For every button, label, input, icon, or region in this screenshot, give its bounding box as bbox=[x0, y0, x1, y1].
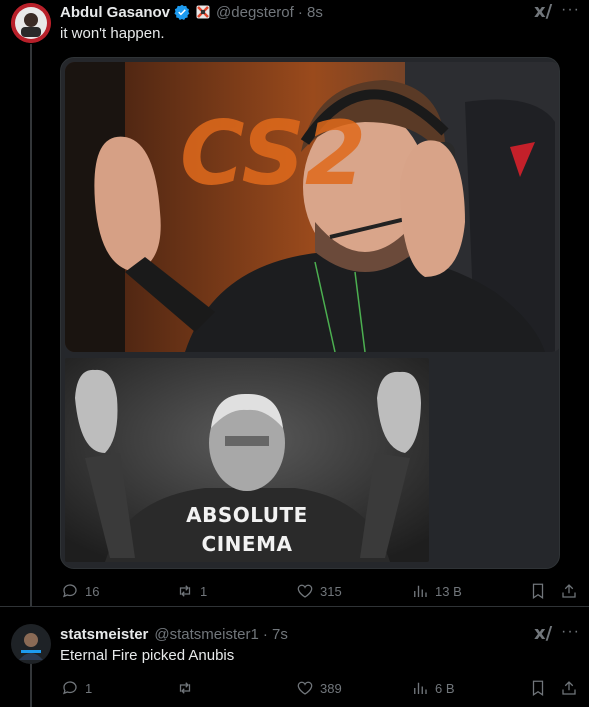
repost-count: 1 bbox=[200, 583, 208, 599]
bookmark-icon bbox=[532, 583, 544, 599]
tweet-media[interactable]: CS2 ABSOLUTE CINEMA bbox=[60, 57, 560, 569]
reply-button[interactable]: 16 bbox=[61, 582, 99, 600]
bookmark-icon bbox=[532, 680, 544, 696]
timestamp[interactable]: · 8s bbox=[298, 4, 323, 21]
tweet-divider bbox=[0, 606, 589, 607]
tweet-text: Eternal Fire picked Anubis bbox=[60, 647, 235, 664]
more-icon[interactable]: ··· bbox=[561, 1, 580, 19]
bookmark-button[interactable] bbox=[529, 679, 547, 697]
tweet-text: it won't happen. bbox=[60, 25, 165, 42]
author-name[interactable]: statsmeister bbox=[60, 626, 148, 643]
repost-button[interactable]: 1 bbox=[176, 582, 207, 600]
avatar[interactable] bbox=[11, 3, 51, 43]
meme-caption-line1: ABSOLUTE bbox=[186, 503, 308, 527]
views-button[interactable]: 13 B bbox=[411, 582, 462, 600]
timestamp[interactable]: · 7s bbox=[263, 626, 288, 643]
grok-icon[interactable]: x/ bbox=[534, 1, 552, 22]
like-icon bbox=[297, 584, 313, 598]
media-image-meme[interactable]: ABSOLUTE CINEMA bbox=[65, 358, 429, 562]
views-icon bbox=[414, 682, 427, 694]
thread-line bbox=[30, 44, 32, 606]
reply-count: 1 bbox=[85, 680, 93, 696]
like-button[interactable]: 315 bbox=[296, 582, 342, 600]
share-button[interactable] bbox=[560, 582, 578, 600]
share-icon bbox=[562, 584, 576, 598]
share-button[interactable] bbox=[560, 679, 578, 697]
more-icon[interactable]: ··· bbox=[561, 623, 580, 641]
views-count: 6 B bbox=[435, 680, 455, 696]
like-count: 315 bbox=[320, 583, 342, 599]
author-handle[interactable]: @degsterof bbox=[216, 4, 294, 21]
reply-icon bbox=[62, 584, 77, 598]
affiliate-badge-icon[interactable] bbox=[196, 5, 210, 19]
like-count: 389 bbox=[320, 680, 342, 696]
repost-icon bbox=[179, 585, 191, 597]
meme-caption-line2: CINEMA bbox=[201, 532, 293, 556]
like-icon bbox=[297, 681, 313, 695]
author-name[interactable]: Abdul Gasanov bbox=[60, 4, 170, 21]
reply-icon bbox=[62, 681, 77, 695]
like-button[interactable]: 389 bbox=[296, 679, 342, 697]
reply-button[interactable]: 1 bbox=[61, 679, 92, 697]
repost-button[interactable] bbox=[176, 679, 200, 697]
stream-overlay-text: CS2 bbox=[180, 102, 367, 205]
author-handle[interactable]: @statsmeister1 bbox=[154, 626, 258, 643]
repost-icon bbox=[179, 682, 191, 694]
share-icon bbox=[562, 681, 576, 695]
views-button[interactable]: 6 B bbox=[411, 679, 455, 697]
avatar[interactable] bbox=[11, 624, 51, 664]
views-icon bbox=[414, 585, 427, 597]
thread-line bbox=[30, 664, 32, 707]
verified-badge-icon bbox=[174, 4, 190, 20]
media-image-streamer[interactable]: CS2 bbox=[65, 62, 559, 352]
reply-count: 16 bbox=[85, 583, 100, 599]
bookmark-button[interactable] bbox=[529, 582, 547, 600]
views-count: 13 B bbox=[435, 583, 462, 599]
grok-icon[interactable]: x/ bbox=[534, 623, 552, 644]
